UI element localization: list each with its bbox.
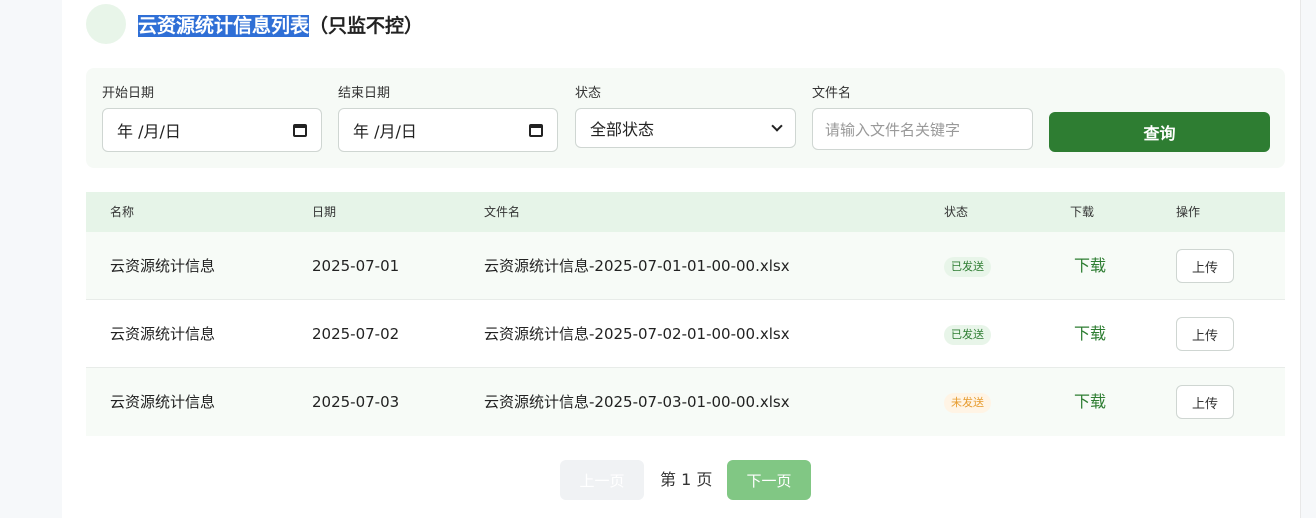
row-date: 2025-07-03 [312,393,400,411]
upload-button[interactable]: 上传 [1176,385,1234,419]
status-badge: 已发送 [944,325,991,345]
page-title: 云资源统计信息列表（只监不控） [138,11,423,38]
table-row: 云资源统计信息 2025-07-01 云资源统计信息-2025-07-01-01… [86,232,1285,300]
calendar-icon[interactable] [529,123,543,137]
upload-button[interactable]: 上传 [1176,317,1234,351]
row-file: 云资源统计信息-2025-07-01-01-00-00.xlsx [484,257,790,275]
chevron-down-icon [771,120,783,132]
filter-bar: 开始日期 年 /月/日 结束日期 年 /月/日 状态 全部状态 文件名 请输入文… [86,68,1285,168]
download-link[interactable]: 下载 [1074,300,1106,368]
end-date-label: 结束日期 [338,86,391,101]
main-card: 云资源统计信息列表（只监不控） 开始日期 年 /月/日 结束日期 年 /月/日 … [62,0,1300,518]
status-badge: 未发送 [944,393,991,413]
row-name: 云资源统计信息 [110,325,216,343]
row-file: 云资源统计信息-2025-07-03-01-00-00.xlsx [484,393,790,411]
page-indicator: 第 1 页 [660,470,713,489]
filename-placeholder: 请输入文件名关键字 [825,120,961,139]
table-header: 名称 日期 文件名 状态 下载 操作 [86,192,1285,232]
query-button[interactable]: 查询 [1049,112,1270,152]
filename-group: 文件名 请输入文件名关键字 [812,86,1033,150]
status-group: 状态 全部状态 [575,86,796,148]
end-date-input[interactable]: 年 /月/日 [338,108,558,152]
start-date-label: 开始日期 [102,86,155,101]
col-download-header: 下载 [1070,205,1095,219]
table-row: 云资源统计信息 2025-07-03 云资源统计信息-2025-07-03-01… [86,368,1285,436]
row-date: 2025-07-01 [312,257,400,275]
page-title-selected: 云资源统计信息列表 [138,14,310,37]
files-table: 名称 日期 文件名 状态 下载 操作 云资源统计信息 2025-07-01 云资… [86,192,1285,436]
filename-input[interactable]: 请输入文件名关键字 [812,108,1033,150]
page-scrollbar[interactable] [1300,0,1316,518]
download-link[interactable]: 下载 [1074,368,1106,436]
start-date-group: 开始日期 年 /月/日 [102,86,322,152]
row-name: 云资源统计信息 [110,393,216,411]
start-date-value: 年 /月/日 [117,122,181,141]
col-file-header: 文件名 [484,205,521,219]
end-date-value: 年 /月/日 [353,122,417,141]
end-date-group: 结束日期 年 /月/日 [338,86,558,152]
status-select[interactable]: 全部状态 [575,108,796,148]
col-name-header: 名称 [110,205,135,219]
col-status-header: 状态 [944,205,969,219]
start-date-input[interactable]: 年 /月/日 [102,108,322,152]
calendar-icon[interactable] [293,123,307,137]
upload-button[interactable]: 上传 [1176,249,1234,283]
status-badge: 已发送 [944,257,991,277]
status-select-value: 全部状态 [590,120,655,139]
next-page-button[interactable]: 下一页 [727,460,811,500]
page-title-suffix: （只监不控） [309,14,424,37]
row-file: 云资源统计信息-2025-07-02-01-00-00.xlsx [484,325,790,343]
row-name: 云资源统计信息 [110,257,216,275]
table-row: 云资源统计信息 2025-07-02 云资源统计信息-2025-07-02-01… [86,300,1285,368]
page-header: 云资源统计信息列表（只监不控） [86,4,423,44]
status-label: 状态 [575,86,602,101]
col-date-header: 日期 [312,205,337,219]
filename-label: 文件名 [812,86,852,101]
prev-page-button[interactable]: 上一页 [560,460,644,500]
col-action-header: 操作 [1176,205,1201,219]
header-avatar-icon [86,4,126,44]
row-date: 2025-07-02 [312,325,400,343]
download-link[interactable]: 下载 [1074,232,1106,300]
pagination: 上一页 第 1 页 下一页 [62,460,1300,500]
